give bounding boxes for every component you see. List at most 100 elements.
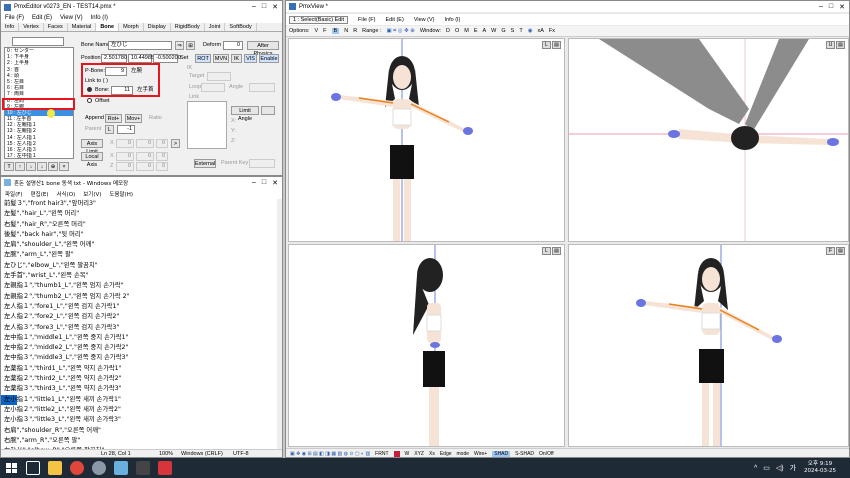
app-icon-notes[interactable] xyxy=(114,461,128,475)
pv-close-icon[interactable]: ✕ xyxy=(839,3,845,11)
bone-name-input[interactable]: 左ひじ xyxy=(108,41,172,50)
tb-r[interactable]: R xyxy=(353,28,357,34)
menu-file[interactable]: File (F) xyxy=(5,15,24,21)
view-tag-u-icon[interactable]: U xyxy=(826,41,835,49)
bone-search-input[interactable] xyxy=(12,37,64,46)
flag-vis[interactable]: VIS xyxy=(244,54,257,63)
position-x-input[interactable]: 2.501780 xyxy=(101,54,127,63)
angle-input[interactable] xyxy=(249,83,275,92)
axis-z-input[interactable]: 0 xyxy=(156,139,168,148)
tray-chevron-icon[interactable]: ^ xyxy=(754,465,757,472)
view-tag-front-settings-icon[interactable]: ▤ xyxy=(836,247,845,255)
np-menu-help[interactable]: 도움말(H) xyxy=(109,190,133,198)
tab-faces[interactable]: Faces xyxy=(44,23,68,31)
view-tag-f-icon[interactable]: F xyxy=(826,247,835,255)
ime-indicator[interactable]: 가 xyxy=(790,463,796,473)
tab-vertex[interactable]: Vertex xyxy=(19,23,44,31)
tab-softbody[interactable]: SoftBody xyxy=(225,23,257,31)
btn-w[interactable]: W xyxy=(405,451,410,457)
tb-w[interactable]: W xyxy=(491,28,496,34)
viewport-side[interactable]: L ▤ xyxy=(288,244,565,447)
notepad-text-area[interactable]: 前髪３","front hair3","앞머리3" 左髪","hair_L","왼… xyxy=(1,199,277,449)
view-tag-l2-icon[interactable]: L xyxy=(542,247,551,255)
app-icon-media[interactable] xyxy=(136,461,150,475)
axis-x-input[interactable]: 0 xyxy=(116,139,134,148)
local-z2-y[interactable]: 0 xyxy=(136,162,154,171)
menu-edit[interactable]: Edit (E) xyxy=(32,15,52,21)
tb-f[interactable]: F xyxy=(323,28,326,34)
pv-maximize-icon[interactable]: □ xyxy=(829,3,833,11)
list-up-button[interactable]: ↑ xyxy=(15,162,25,171)
app-icon-pmx[interactable] xyxy=(158,461,172,475)
minimize-icon[interactable]: – xyxy=(252,3,256,11)
rot-plus-button[interactable]: Rot+ xyxy=(105,114,122,123)
btn-shad[interactable]: SHAD xyxy=(492,450,511,457)
bone-list-item[interactable]: 17 : 左中指１ xyxy=(5,153,73,158)
task-view-icon[interactable] xyxy=(26,461,40,475)
tb-t[interactable]: T xyxy=(519,28,522,34)
local-axis-button[interactable]: Local Axis xyxy=(81,152,103,168)
tb-o[interactable]: O xyxy=(455,28,459,34)
view-tag-l-icon[interactable]: L xyxy=(542,41,551,49)
tab-joint[interactable]: Joint xyxy=(205,23,226,31)
np-maximize-icon[interactable]: □ xyxy=(262,179,266,187)
list-add-button[interactable]: ⊕ xyxy=(48,162,58,171)
file-explorer-icon[interactable] xyxy=(48,461,62,475)
parent-key-input[interactable] xyxy=(249,159,275,168)
np-menu-edit[interactable]: 편집(E) xyxy=(31,190,49,198)
local-z2-x[interactable]: 0 xyxy=(116,162,134,171)
limit-angle-extra[interactable] xyxy=(261,106,275,115)
view-tag-side-settings-icon[interactable]: ▤ xyxy=(552,247,561,255)
tb-xa[interactable]: xA xyxy=(538,28,544,34)
tab-bone[interactable]: Bone xyxy=(96,23,120,31)
view-tag-settings-icon[interactable]: ▤ xyxy=(552,41,561,49)
after-physics-button[interactable]: After Physics xyxy=(247,41,279,57)
color-swatch[interactable] xyxy=(393,450,400,457)
tb-n[interactable]: N xyxy=(344,28,348,34)
axis-y-input[interactable]: 0 xyxy=(136,139,154,148)
btn-xyz[interactable]: XYZ xyxy=(414,451,424,457)
target-input[interactable] xyxy=(207,72,231,81)
tb-m[interactable]: M xyxy=(464,28,469,34)
select-mode-dropdown[interactable]: 1 : Select(Basic) Edit xyxy=(289,15,349,24)
ik-link-list[interactable] xyxy=(187,101,227,149)
viewport-front[interactable]: F ▤ xyxy=(568,244,849,447)
tab-material[interactable]: Material xyxy=(68,23,97,31)
parent-input[interactable]: -1 xyxy=(117,125,135,134)
btn-wire[interactable]: Wire+ xyxy=(474,451,487,457)
list-bottom-button[interactable]: ↓ xyxy=(37,162,47,171)
globe-icon[interactable]: ◉ xyxy=(528,28,533,34)
deform-input[interactable]: 0 xyxy=(223,41,243,50)
pv-menu-file[interactable]: File (F) xyxy=(358,17,375,23)
network-icon[interactable]: ▭ xyxy=(763,464,770,472)
clock[interactable]: 오후 9:19 2024-03-25 xyxy=(804,461,836,475)
list-down-button[interactable]: ↓ xyxy=(26,162,36,171)
tab-info[interactable]: Info xyxy=(1,23,20,31)
viewport-front-main[interactable]: L ▤ xyxy=(288,38,565,242)
menu-view[interactable]: View (V) xyxy=(60,15,83,21)
external-button[interactable]: External xyxy=(194,159,216,168)
mov-plus-button[interactable]: Mov+ xyxy=(125,114,142,123)
tb-e[interactable]: E xyxy=(474,28,478,34)
axis-apply-button[interactable]: > xyxy=(171,139,180,148)
notepad-scrollbar[interactable] xyxy=(277,199,282,449)
np-menu-file[interactable]: 파일(F) xyxy=(5,190,23,198)
volume-icon[interactable]: ◁) xyxy=(776,464,784,472)
flag-ik[interactable]: IK xyxy=(231,54,242,63)
flag-rot[interactable]: ROT xyxy=(195,54,211,63)
tab-display[interactable]: Display xyxy=(144,23,171,31)
axis-limit-button[interactable]: Axis Limit xyxy=(81,139,103,155)
np-menu-view[interactable]: 보기(V) xyxy=(83,190,101,198)
tb-g[interactable]: G xyxy=(501,28,505,34)
btn-onoff[interactable]: On/Off xyxy=(539,451,554,457)
local-z2-z[interactable]: 0 xyxy=(156,162,168,171)
view-tag-top-settings-icon[interactable]: ▤ xyxy=(836,41,845,49)
parent-l-button[interactable]: L xyxy=(105,125,114,134)
tb-b[interactable]: B xyxy=(331,28,340,34)
loop-input[interactable] xyxy=(201,83,225,92)
list-top-button[interactable]: T xyxy=(4,162,14,171)
local-x-input[interactable]: 0 xyxy=(116,152,134,161)
btn-sshad[interactable]: S-SHAD xyxy=(515,451,534,457)
position-z-input[interactable]: -0.500200 xyxy=(153,54,181,63)
tb-v[interactable]: V xyxy=(314,28,318,34)
